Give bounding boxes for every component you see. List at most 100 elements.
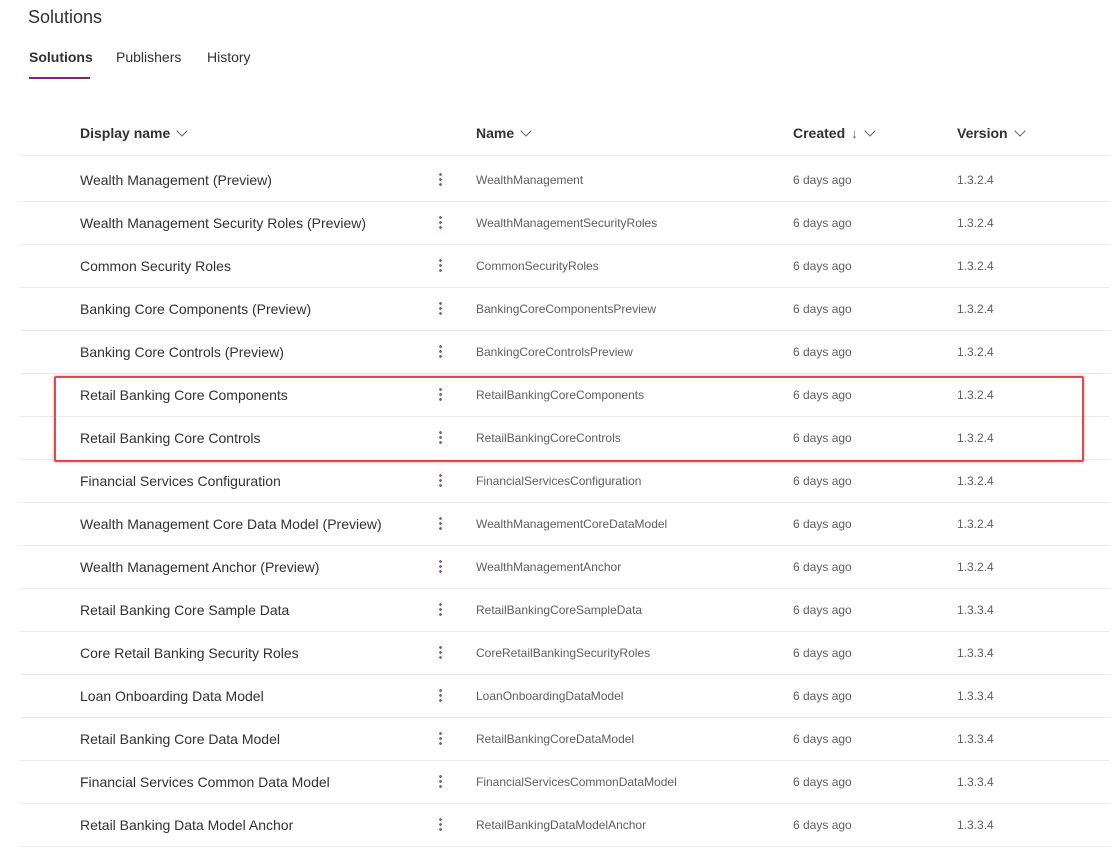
table-row[interactable]: Core Retail Banking Security Roles CoreRe… [20,632,1110,675]
version-cell: 1.3.2.4 [957,431,994,445]
display-name-cell[interactable]: Financial Services Configuration [80,460,281,502]
more-vertical-icon[interactable] [435,374,445,416]
table-row[interactable]: Retail Banking Core Components RetailBank… [20,374,1110,417]
arrow-down-icon: ↓ [851,125,858,141]
name-cell: WealthManagementAnchor [476,560,622,574]
version-cell: 1.3.2.4 [957,474,994,488]
name-cell: WealthManagementCoreDataModel [476,517,668,531]
more-vertical-icon[interactable] [435,331,445,373]
created-cell: 6 days ago [793,259,852,273]
column-header-created[interactable]: Created ↓ [793,124,876,141]
chevron-down-icon [863,124,876,137]
more-vertical-icon[interactable] [435,245,445,287]
more-vertical-icon[interactable] [435,288,445,330]
created-cell: 6 days ago [793,388,852,402]
more-vertical-icon[interactable] [435,546,445,588]
more-vertical-icon[interactable] [435,589,445,631]
created-cell: 6 days ago [793,732,852,746]
version-cell: 1.3.3.4 [957,818,994,832]
solutions-list: Wealth Management (Preview) WealthManagem… [20,159,1110,847]
display-name-cell[interactable]: Wealth Management (Preview) [80,159,272,201]
more-vertical-icon[interactable] [435,159,445,201]
created-cell: 6 days ago [793,818,852,832]
display-name-cell[interactable]: Wealth Management Security Roles (Previe… [80,202,366,244]
column-header-label: Name [476,125,515,141]
display-name-cell[interactable]: Wealth Management Anchor (Preview) [80,546,319,588]
table-row[interactable]: Banking Core Controls (Preview) BankingCo… [20,331,1110,374]
display-name-cell[interactable]: Banking Core Controls (Preview) [80,331,284,373]
display-name-cell[interactable]: Retail Banking Data Model Anchor [80,804,293,846]
table-row[interactable]: Wealth Management Anchor (Preview) Wealth… [20,546,1110,589]
name-cell: CoreRetailBankingSecurityRoles [476,646,651,660]
created-cell: 6 days ago [793,474,852,488]
column-header-label: Version [957,125,1008,141]
display-name-cell[interactable]: Core Retail Banking Security Roles [80,632,299,674]
more-vertical-icon[interactable] [435,718,445,760]
more-vertical-icon[interactable] [435,202,445,244]
name-cell: RetailBankingCoreControls [476,431,621,445]
table-row[interactable]: Retail Banking Core Sample Data RetailBan… [20,589,1110,632]
name-cell: WealthManagement [476,173,584,187]
more-vertical-icon[interactable] [435,460,445,502]
more-vertical-icon[interactable] [435,503,445,545]
version-cell: 1.3.2.4 [957,388,994,402]
created-cell: 6 days ago [793,775,852,789]
created-cell: 6 days ago [793,560,852,574]
column-header-display-name[interactable]: Display name [80,124,188,141]
tab-history[interactable]: History [207,49,251,80]
version-cell: 1.3.3.4 [957,732,994,746]
display-name-cell[interactable]: Wealth Management Core Data Model (Previ… [80,503,382,545]
name-cell: WealthManagementSecurityRoles [476,216,658,230]
display-name-cell[interactable]: Banking Core Components (Preview) [80,288,311,330]
name-cell: LoanOnboardingDataModel [476,689,624,703]
display-name-cell[interactable]: Loan Onboarding Data Model [80,675,264,717]
created-cell: 6 days ago [793,216,852,230]
name-cell: RetailBankingDataModelAnchor [476,818,647,832]
more-vertical-icon[interactable] [435,761,445,803]
more-vertical-icon[interactable] [435,632,445,674]
chevron-down-icon [1013,124,1026,137]
column-header-name[interactable]: Name [476,124,532,141]
version-cell: 1.3.2.4 [957,302,994,316]
version-cell: 1.3.2.4 [957,517,994,531]
version-cell: 1.3.2.4 [957,259,994,273]
chevron-down-icon [520,124,532,137]
name-cell: BankingCoreControlsPreview [476,345,633,359]
created-cell: 6 days ago [793,603,852,617]
table-row[interactable]: Wealth Management Core Data Model (Previ… [20,503,1110,546]
column-header-version[interactable]: Version [957,124,1026,141]
created-cell: 6 days ago [793,689,852,703]
chevron-down-icon [176,124,188,137]
solutions-page: Solutions Solutions Publishers History D… [0,0,1112,847]
table-row[interactable]: Banking Core Components (Preview) Banking… [20,288,1110,331]
table-row[interactable]: Financial Services Configuration Financia… [20,460,1110,503]
created-cell: 6 days ago [793,431,852,445]
version-cell: 1.3.3.4 [957,689,994,703]
created-cell: 6 days ago [793,517,852,531]
column-header-label: Created [793,125,846,141]
more-vertical-icon[interactable] [435,417,445,459]
name-cell: RetailBankingCoreDataModel [476,732,635,746]
table-row[interactable]: Retail Banking Data Model Anchor RetailBa… [20,804,1110,847]
display-name-cell[interactable]: Retail Banking Core Components [80,374,288,416]
table-row[interactable]: Retail Banking Core Data Model RetailBank… [20,718,1110,761]
table-row[interactable]: Financial Services Common Data Model Fina… [20,761,1110,804]
table-row[interactable]: Retail Banking Core Controls RetailBankin… [20,417,1110,460]
created-cell: 6 days ago [793,345,852,359]
table-row[interactable]: Wealth Management (Preview) WealthManagem… [20,159,1110,202]
created-cell: 6 days ago [793,646,852,660]
table-row[interactable]: Common Security Roles CommonSecurityRoles… [20,245,1110,288]
more-vertical-icon[interactable] [435,675,445,717]
name-cell: FinancialServicesCommonDataModel [476,775,677,789]
version-cell: 1.3.2.4 [957,345,994,359]
display-name-cell[interactable]: Retail Banking Core Sample Data [80,589,289,631]
display-name-cell[interactable]: Financial Services Common Data Model [80,761,330,803]
tab-publishers[interactable]: Publishers [116,49,181,80]
table-row[interactable]: Loan Onboarding Data Model LoanOnboarding… [20,675,1110,718]
display-name-cell[interactable]: Retail Banking Core Data Model [80,718,280,760]
more-vertical-icon[interactable] [435,804,445,846]
display-name-cell[interactable]: Retail Banking Core Controls [80,417,261,459]
tab-solutions[interactable]: Solutions [29,49,93,80]
table-row[interactable]: Wealth Management Security Roles (Previe… [20,202,1110,245]
display-name-cell[interactable]: Common Security Roles [80,245,231,287]
